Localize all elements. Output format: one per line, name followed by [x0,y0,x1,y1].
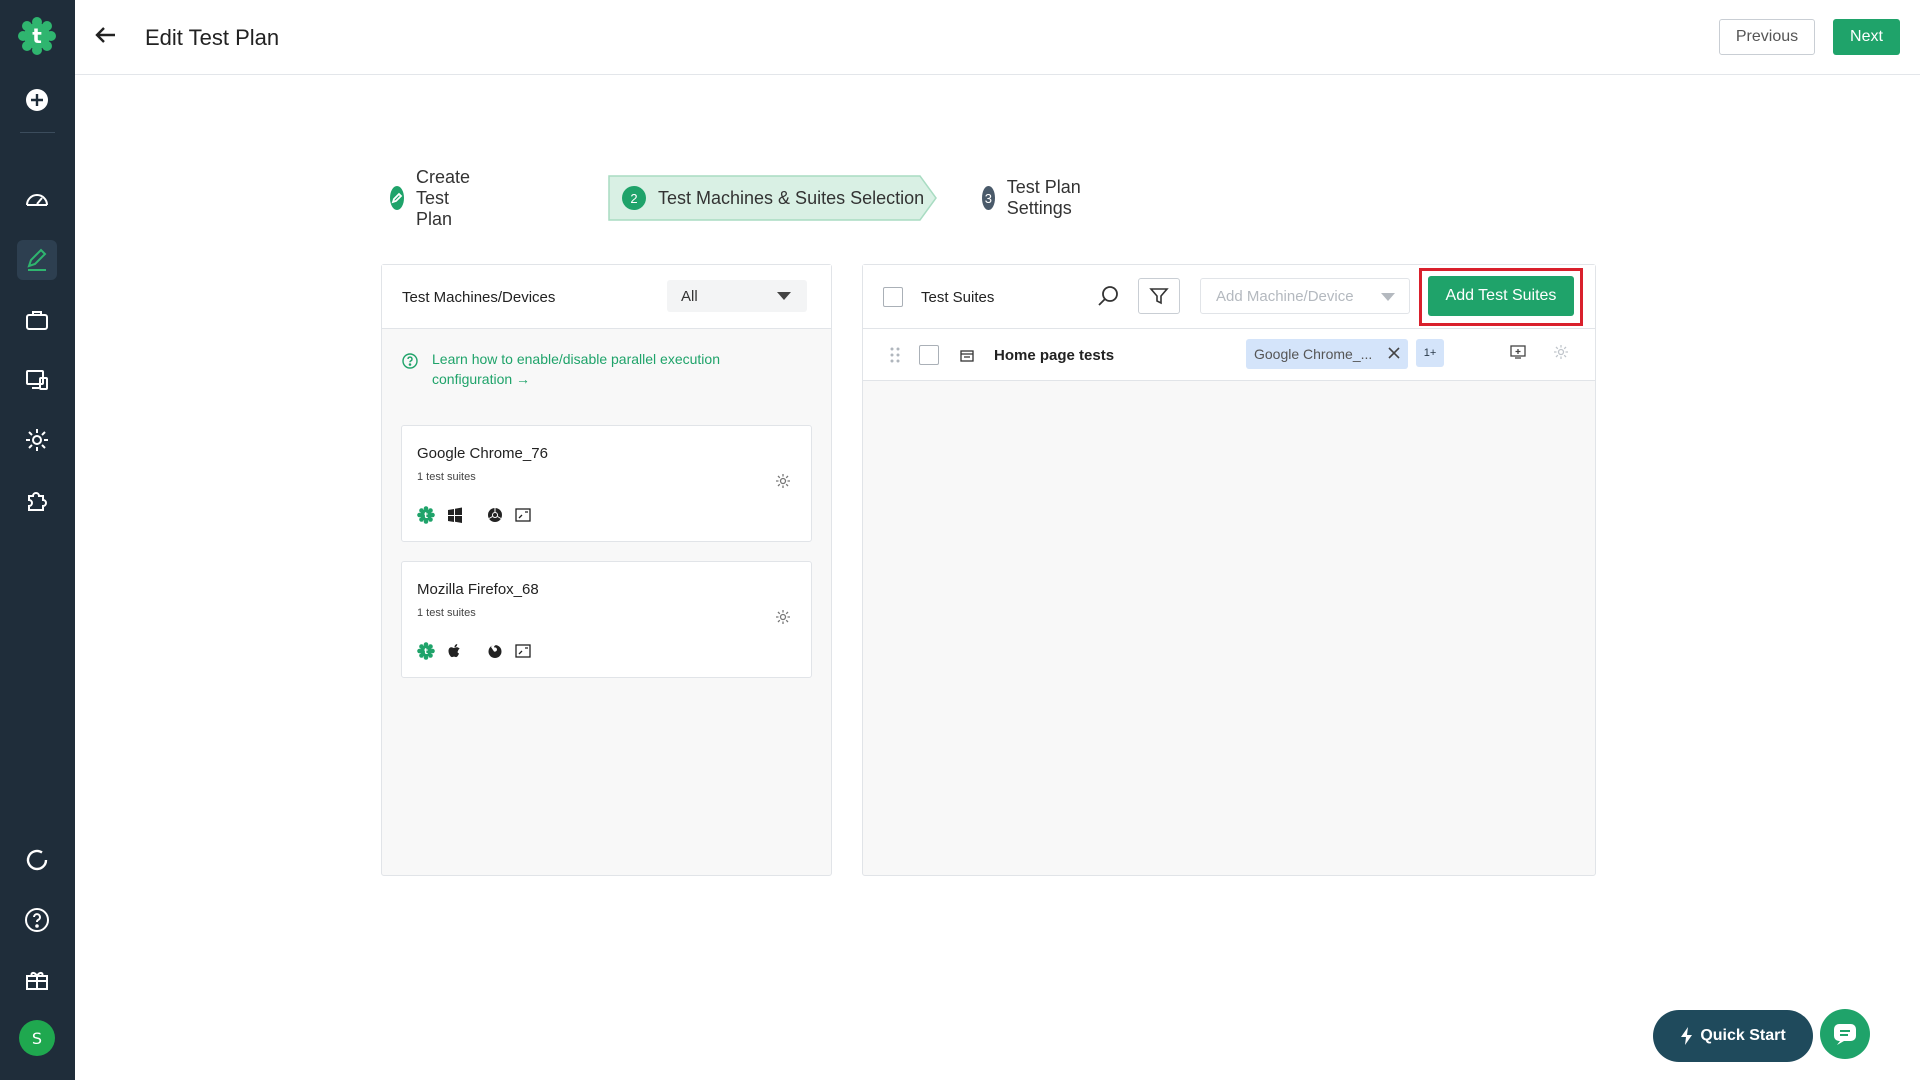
suites-panel-title: Test Suites [921,289,995,306]
svg-text:t: t [32,24,42,48]
suite-row-checkbox[interactable] [919,345,939,365]
back-arrow-icon[interactable] [93,22,119,53]
testsigma-lab-icon: t [417,506,435,524]
step-label: Test Plan Settings [1006,177,1081,218]
step-create-test-plan[interactable]: Create Test Plan [390,167,480,229]
add-test-suites-button[interactable]: Add Test Suites [1428,276,1574,316]
briefcase-icon[interactable] [17,300,57,340]
close-icon[interactable] [1386,345,1402,366]
addons-icon[interactable] [17,480,57,520]
machine-filter-select[interactable]: All [667,280,807,312]
step-test-plan-settings[interactable]: 3 Test Plan Settings [982,175,1083,221]
chevron-down-icon [777,292,791,300]
quick-start-button[interactable]: Quick Start [1653,1010,1813,1062]
machine-name: Google Chrome_76 [417,445,548,462]
page-title: Edit Test Plan [145,25,280,50]
step-label: Create Test Plan [416,166,471,229]
svg-text:t: t [424,647,428,656]
machine-name: Mozilla Firefox_68 [417,581,539,598]
question-circle-icon [402,353,418,374]
quick-start-label: Quick Start [1700,1027,1786,1044]
help-icon[interactable] [17,900,57,940]
add-machine-placeholder: Add Machine/Device [1216,288,1354,305]
pencil-check-icon [390,186,404,210]
windows-icon [447,507,463,523]
header: Edit Test Plan Previous Next [75,0,1920,75]
chrome-icon [487,507,503,523]
machine-filter-value: All [681,288,698,305]
drag-handle-icon[interactable] [889,346,901,369]
gift-icon[interactable] [17,960,57,1000]
help-text: Learn how to enable/disable parallel exe… [432,351,720,387]
machine-suite-count: 1 test suites [417,471,476,483]
more-machines-badge[interactable]: 1+ [1416,339,1444,367]
user-avatar[interactable]: S [19,1020,55,1056]
dashboard-icon[interactable] [17,180,57,220]
test-devices-icon[interactable] [17,360,57,400]
assign-machine-icon[interactable] [1510,345,1526,364]
test-suite-icon [960,349,974,367]
add-machine-device-select[interactable]: Add Machine/Device [1200,278,1410,314]
firefox-icon [487,643,503,659]
gear-icon[interactable] [775,609,791,630]
machine-suite-count: 1 test suites [417,607,476,619]
gear-icon[interactable] [775,473,791,494]
machines-panel-title: Test Machines/Devices [402,289,556,306]
step-number: 3 [982,186,995,210]
machine-chip[interactable]: Google Chrome_... [1246,339,1408,369]
machine-chip-label: Google Chrome_... [1254,346,1373,362]
sidebar-divider [20,132,55,133]
add-icon[interactable] [17,80,57,120]
suite-row[interactable]: Home page tests Google Chrome_... 1+ [863,329,1595,381]
svg-text:t: t [424,511,428,520]
apple-icon [447,643,463,659]
chevron-down-icon [1381,293,1395,301]
testsigma-lab-icon: t [417,642,435,660]
lightning-icon [1681,1027,1693,1045]
filter-icon [1149,288,1169,305]
parallel-execution-help-link[interactable]: Learn how to enable/disable parallel exe… [402,349,782,389]
machines-panel: Test Machines/Devices All Learn how to e… [381,264,832,876]
machine-card[interactable]: Mozilla Firefox_68 1 test suites t [401,561,812,678]
gear-icon[interactable] [1553,344,1569,365]
resolution-icon [515,644,531,658]
step-label: Test Machines & Suites Selection [658,187,925,208]
search-icon[interactable] [1097,284,1121,313]
sidebar: t S [0,0,75,1080]
chat-icon[interactable] [1820,1009,1870,1059]
next-button[interactable]: Next [1833,19,1900,55]
suites-panel-header: Test Suites Add Machine/Device Add Test … [863,265,1595,329]
previous-button[interactable]: Previous [1719,19,1815,55]
suites-panel: Test Suites Add Machine/Device Add Test … [862,264,1596,876]
select-all-checkbox[interactable] [883,287,903,307]
machines-panel-header: Test Machines/Devices All [382,265,831,329]
machine-card[interactable]: Google Chrome_76 1 test suites t [401,425,812,542]
filter-button[interactable] [1138,278,1180,314]
suite-name[interactable]: Home page tests [994,347,1114,364]
test-plan-icon[interactable] [17,240,57,280]
step-machines-suites[interactable]: 2 Test Machines & Suites Selection [608,175,938,221]
step-number: 2 [622,186,646,210]
resolution-icon [515,508,531,522]
settings-icon[interactable] [17,420,57,460]
refresh-icon[interactable] [17,840,57,880]
testsigma-logo-icon[interactable]: t [17,16,57,56]
